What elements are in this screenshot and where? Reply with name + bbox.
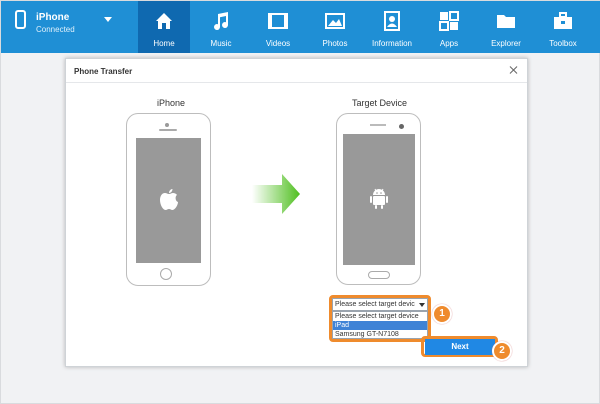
source-device-label: iPhone — [157, 98, 186, 108]
device-name: iPhone — [36, 12, 70, 23]
chevron-down-icon[interactable] — [104, 17, 112, 22]
home-button-icon — [160, 268, 172, 280]
nav-explorer[interactable]: Explorer — [480, 1, 532, 53]
chevron-down-icon — [419, 303, 425, 307]
step-1-badge: 1 — [432, 304, 452, 324]
nav-photos-label: Photos — [322, 39, 348, 48]
select-value: Please select target devic — [335, 301, 415, 308]
android-illustration — [336, 113, 421, 285]
camera-dot — [165, 123, 169, 127]
divider — [66, 82, 527, 83]
iphone-screen — [136, 138, 201, 263]
speaker-slot — [159, 129, 177, 131]
nav-music-label: Music — [210, 39, 232, 48]
device-selector[interactable]: iPhone Connected — [1, 1, 127, 53]
home-icon — [156, 13, 172, 29]
video-icon — [268, 13, 288, 29]
main-nav: Home Music Videos Photos Information App… — [138, 1, 594, 53]
nav-photos[interactable]: Photos — [309, 1, 361, 53]
phone-transfer-dialog: Phone Transfer iPhone Target Device Plea… — [65, 58, 528, 367]
top-bar: iPhone Connected Home Music Videos Photo… — [1, 1, 600, 53]
contacts-icon — [384, 11, 400, 31]
nav-apps[interactable]: Apps — [423, 1, 475, 53]
target-device-label: Target Device — [352, 98, 408, 108]
apple-logo-icon — [160, 189, 178, 210]
toolbox-icon — [554, 12, 572, 29]
speaker-slot — [370, 124, 386, 126]
nav-home[interactable]: Home — [138, 1, 190, 53]
step-2-badge: 2 — [492, 341, 512, 361]
android-screen — [343, 134, 415, 265]
iphone-illustration — [126, 113, 211, 286]
close-icon[interactable] — [509, 65, 519, 75]
target-device-select[interactable]: Please select target devic — [332, 298, 428, 311]
nav-information-label: Information — [371, 39, 413, 48]
transfer-arrow-icon — [252, 174, 300, 214]
nav-information[interactable]: Information — [366, 1, 418, 53]
device-status: Connected — [36, 25, 75, 34]
nav-apps-label: Apps — [439, 39, 459, 48]
option-samsung[interactable]: Samsung GT-N7108 — [333, 330, 427, 339]
target-device-options: Please select target device iPad Samsung… — [332, 311, 428, 339]
nav-home-label: Home — [153, 39, 175, 48]
home-button-icon — [368, 271, 390, 279]
nav-explorer-label: Explorer — [491, 39, 521, 48]
dialog-title: Phone Transfer — [74, 67, 133, 76]
nav-toolbox[interactable]: Toolbox — [537, 1, 589, 53]
option-ipad[interactable]: iPad — [333, 321, 427, 330]
nav-videos[interactable]: Videos — [252, 1, 304, 53]
apps-icon — [439, 11, 459, 31]
nav-toolbox-label: Toolbox — [549, 39, 577, 48]
folder-icon — [497, 15, 515, 28]
next-button[interactable]: Next — [425, 339, 495, 355]
app-window: iPhone Connected Home Music Videos Photo… — [0, 0, 600, 404]
nav-music[interactable]: Music — [195, 1, 247, 53]
photo-icon — [325, 13, 345, 29]
camera-dot — [399, 124, 404, 129]
phone-icon — [15, 10, 26, 29]
option-placeholder[interactable]: Please select target device — [333, 312, 427, 321]
nav-videos-label: Videos — [265, 39, 291, 48]
music-icon — [214, 12, 229, 31]
android-logo-icon — [370, 188, 388, 209]
